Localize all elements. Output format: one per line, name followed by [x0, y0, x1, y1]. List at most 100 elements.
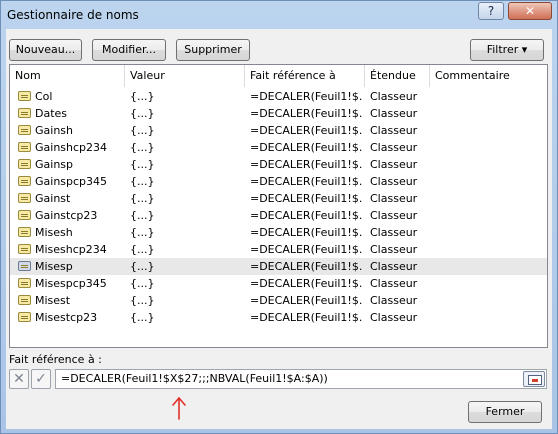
table-row[interactable]: Miseshcp234 {...} =DECALER(Feuil1!$... Clas… [10, 241, 547, 258]
row-value: {...} [130, 277, 155, 290]
named-range-icon [18, 312, 31, 322]
named-range-icon [18, 159, 31, 169]
row-scope: Classeur [370, 124, 418, 137]
row-name: Misestcp23 [35, 311, 98, 324]
column-header-refers-to[interactable]: Fait référence à [245, 65, 365, 87]
column-header-scope[interactable]: Étendue [365, 65, 430, 87]
table-row[interactable]: Gainsh {...} =DECALER(Feuil1!$... Classeur [10, 122, 547, 139]
table-row[interactable]: Misesh {...} =DECALER(Feuil1!$... Classeur [10, 224, 547, 241]
row-value: {...} [130, 107, 155, 120]
row-value: {...} [130, 226, 155, 239]
row-scope: Classeur [370, 107, 418, 120]
row-scope: Classeur [370, 192, 418, 205]
row-value: {...} [130, 175, 155, 188]
row-name: Misest [35, 294, 71, 307]
named-range-icon [18, 193, 31, 203]
row-scope: Classeur [370, 260, 418, 273]
filter-button[interactable]: Filtrer ▾ [470, 39, 544, 61]
named-range-icon [18, 108, 31, 118]
named-range-icon [18, 278, 31, 288]
named-range-icon [18, 142, 31, 152]
edit-name-button[interactable]: Modifier... [92, 39, 166, 61]
title-bar[interactable]: Gestionnaire de noms ? ✕ [1, 1, 557, 29]
table-row[interactable]: Misest {...} =DECALER(Feuil1!$... Classeur [10, 292, 547, 309]
row-name: Miseshcp234 [35, 243, 107, 256]
row-scope: Classeur [370, 90, 418, 103]
row-value: {...} [130, 260, 155, 273]
row-scope: Classeur [370, 243, 418, 256]
row-name: Misesp [35, 260, 73, 273]
named-range-icon [18, 261, 31, 271]
named-range-icon [18, 227, 31, 237]
row-name: Gainshcp234 [35, 141, 108, 154]
named-range-icon [18, 244, 31, 254]
row-value: {...} [130, 141, 155, 154]
table-row[interactable]: Gainsp {...} =DECALER(Feuil1!$... Classeur [10, 156, 547, 173]
column-header-name[interactable]: Nom [10, 65, 125, 87]
table-row[interactable]: Dates {...} =DECALER(Feuil1!$... Classeur [10, 105, 547, 122]
cancel-edit-icon[interactable]: ✕ [9, 369, 29, 389]
row-refers-to: =DECALER(Feuil1!$... [250, 277, 362, 290]
list-header: Nom Valeur Fait référence à Étendue Comm… [10, 65, 547, 87]
row-value: {...} [130, 243, 155, 256]
table-row[interactable]: Misesp {...} =DECALER(Feuil1!$... Classeur [10, 258, 547, 275]
row-refers-to: =DECALER(Feuil1!$... [250, 158, 362, 171]
table-row[interactable]: Gainshcp234 {...} =DECALER(Feuil1!$... Clas… [10, 139, 547, 156]
table-row[interactable]: Gainstcp23 {...} =DECALER(Feuil1!$... Class… [10, 207, 547, 224]
names-list[interactable]: Nom Valeur Fait référence à Étendue Comm… [9, 64, 548, 348]
table-row[interactable]: Gainst {...} =DECALER(Feuil1!$... Classeur [10, 190, 547, 207]
new-name-button[interactable]: Nouveau... [9, 39, 82, 61]
table-row[interactable]: Gainspcp345 {...} =DECALER(Feuil1!$... Clas… [10, 173, 547, 190]
name-manager-dialog: Gestionnaire de noms ? ✕ Nouveau... Modi… [0, 0, 558, 434]
row-name: Gainspcp345 [35, 175, 108, 188]
row-refers-to: =DECALER(Feuil1!$... [250, 209, 362, 222]
row-refers-to: =DECALER(Feuil1!$... [250, 141, 362, 154]
delete-name-button[interactable]: Supprimer [176, 39, 250, 61]
named-range-icon [18, 91, 31, 101]
column-header-value[interactable]: Valeur [125, 65, 245, 87]
collapse-dialog-icon[interactable] [523, 371, 545, 387]
table-row[interactable]: Misespcp345 {...} =DECALER(Feuil1!$... Clas… [10, 275, 547, 292]
row-value: {...} [130, 90, 155, 103]
row-refers-to: =DECALER(Feuil1!$... [250, 107, 362, 120]
named-range-icon [18, 295, 31, 305]
row-value: {...} [130, 192, 155, 205]
row-refers-to: =DECALER(Feuil1!$... [250, 90, 362, 103]
row-value: {...} [130, 209, 155, 222]
row-name: Col [35, 90, 53, 103]
confirm-edit-icon[interactable]: ✓ [31, 369, 51, 389]
window-close-button[interactable]: ✕ [508, 2, 552, 20]
row-refers-to: =DECALER(Feuil1!$... [250, 192, 362, 205]
table-row[interactable]: Misestcp23 {...} =DECALER(Feuil1!$... Class… [10, 309, 547, 326]
help-button[interactable]: ? [478, 2, 504, 20]
window-title: Gestionnaire de noms [7, 8, 139, 22]
row-scope: Classeur [370, 294, 418, 307]
row-name: Gainstcp23 [35, 209, 98, 222]
table-row[interactable]: Col {...} =DECALER(Feuil1!$... Classeur [10, 88, 547, 105]
row-refers-to: =DECALER(Feuil1!$... [250, 294, 362, 307]
row-scope: Classeur [370, 141, 418, 154]
row-scope: Classeur [370, 226, 418, 239]
row-refers-to: =DECALER(Feuil1!$... [250, 311, 362, 324]
row-value: {...} [130, 311, 155, 324]
row-scope: Classeur [370, 311, 418, 324]
row-value: {...} [130, 158, 155, 171]
row-refers-to: =DECALER(Feuil1!$... [250, 260, 362, 273]
named-range-icon [18, 125, 31, 135]
column-header-comment[interactable]: Commentaire [430, 65, 547, 87]
named-range-icon [18, 210, 31, 220]
named-range-icon [18, 176, 31, 186]
dialog-body: Nouveau... Modifier... Supprimer Filtrer… [6, 29, 552, 429]
row-name: Gainsh [35, 124, 73, 137]
row-refers-to: =DECALER(Feuil1!$... [250, 175, 362, 188]
row-name: Gainst [35, 192, 71, 205]
close-button[interactable]: Fermer [468, 401, 542, 423]
row-name: Dates [35, 107, 68, 120]
row-refers-to: =DECALER(Feuil1!$... [250, 226, 362, 239]
refers-to-label: Fait référence à : [9, 353, 102, 366]
row-refers-to: =DECALER(Feuil1!$... [250, 124, 362, 137]
row-scope: Classeur [370, 175, 418, 188]
refers-to-input[interactable]: =DECALER(Feuil1!$X$27;;;NBVAL(Feuil1!$A:… [55, 369, 547, 389]
row-value: {...} [130, 294, 155, 307]
row-name: Gainsp [35, 158, 74, 171]
